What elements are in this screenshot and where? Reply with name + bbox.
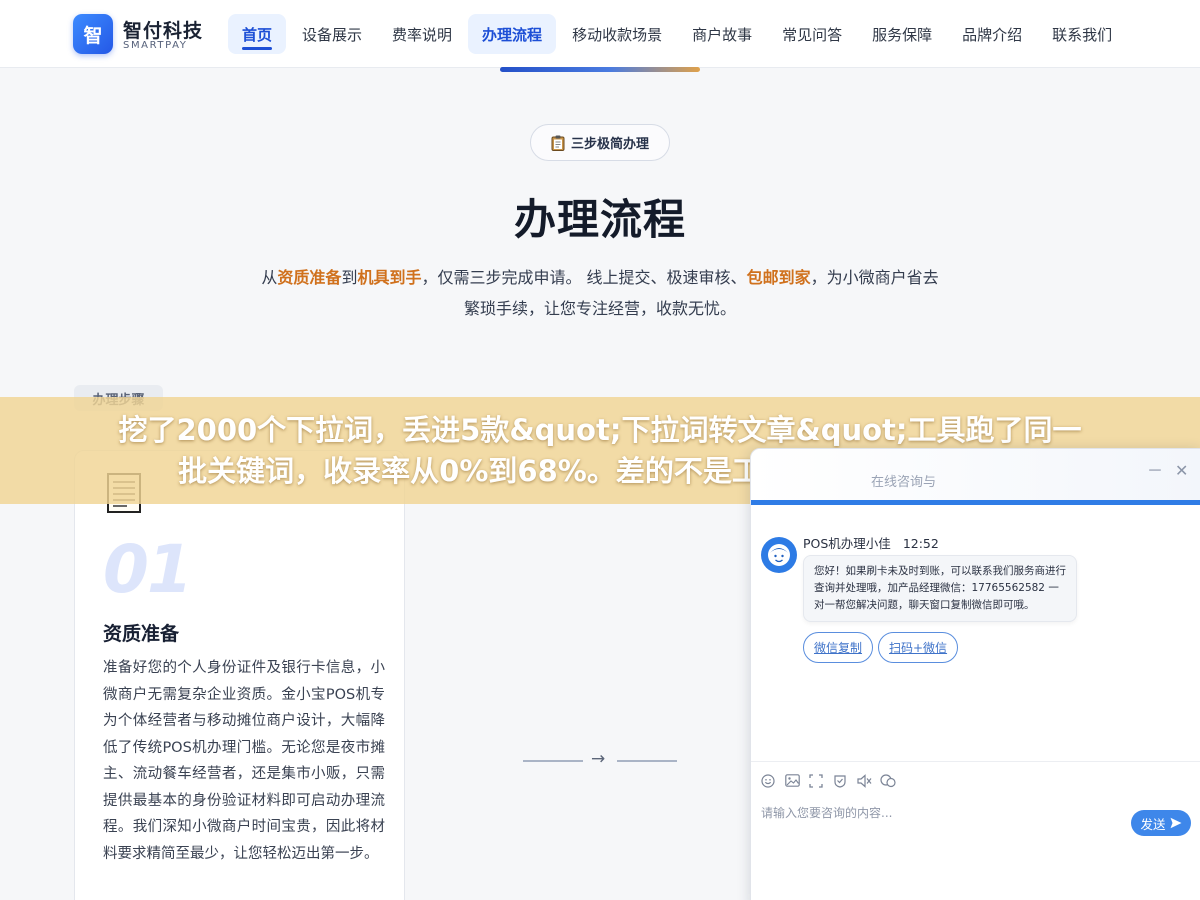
banner-text-line-1: 挖了2000个下拉词，丢进5款&quot;下拉词转文章&quot;工具跑了同一 [118, 412, 1082, 447]
desc-highlight: 机具到手 [357, 268, 422, 287]
nav-item-service[interactable]: 服务保障 [858, 14, 946, 54]
close-icon[interactable]: ✕ [1175, 463, 1188, 479]
hero-badge-label: 三步极简办理 [570, 137, 649, 152]
nav-active-indicator [242, 47, 273, 50]
nav-item-label: 办理流程 [482, 25, 543, 44]
arrow-glyph: → [591, 749, 606, 769]
step-number: 01 [103, 531, 193, 608]
image-icon[interactable] [784, 773, 800, 789]
step-description: 准备好您的个人身份证件及银行卡信息，小微商户无需复杂企业资质。金小宝POS机专为… [103, 660, 385, 862]
chat-header[interactable]: 在线咨询与 － ✕ [751, 449, 1200, 505]
step-connector: → [523, 749, 677, 772]
nav-item-label: 品牌介绍 [962, 25, 1023, 44]
nav-item-home[interactable]: 首页 [228, 14, 287, 54]
nav-item-rates[interactable]: 费率说明 [378, 14, 466, 54]
send-button[interactable]: 发送 [1131, 810, 1191, 836]
message-time: 12:52 [902, 536, 939, 551]
hero-badge: 三步极简办理 [530, 124, 670, 161]
nav-item-label: 首页 [242, 25, 273, 44]
desc-highlight: 包邮到家 [746, 268, 811, 287]
desc-text: ，仅需三步完成申请。 线上提交、极速审核、 [421, 268, 747, 287]
nav-item-contact[interactable]: 联系我们 [1038, 14, 1126, 54]
send-icon [1170, 817, 1181, 829]
logo-icon[interactable]: 智 [73, 14, 113, 54]
copy-wechat-button[interactable]: 微信复制 [803, 632, 874, 663]
agent-name: POS机办理小佳 12:52 [803, 533, 939, 552]
sound-icon[interactable] [856, 773, 872, 789]
clipboard-icon [551, 135, 565, 151]
screenshot-icon[interactable] [808, 773, 824, 789]
agent-face-icon [768, 544, 790, 566]
main-nav: 首页 设备展示 费率说明 办理流程 移动收款场景 商户故事 常见问答 服务保障 … [228, 14, 1128, 54]
nav-item-label: 服务保障 [872, 25, 933, 44]
nav-item-label: 商户故事 [692, 25, 753, 44]
minimize-icon[interactable]: － [1147, 463, 1163, 479]
nav-item-label: 移动收款场景 [572, 25, 663, 44]
nav-item-label: 常见问答 [782, 25, 843, 44]
chat-widget: 在线咨询与 － ✕ POS机办理小佳 12:52 您好！如果刷卡未及时到账，可以联… [750, 448, 1200, 900]
nav-item-scenarios[interactable]: 移动收款场景 [558, 14, 676, 54]
nav-item-stories[interactable]: 商户故事 [678, 14, 766, 54]
nav-item-label: 费率说明 [392, 25, 453, 44]
brand-name[interactable]: 智付科技 [123, 16, 203, 43]
send-button-label: 发送 [1140, 816, 1166, 832]
top-header: 智 智付科技 SMARTPAY 首页 设备展示 费率说明 办理流程 移动收款场景… [0, 0, 1200, 68]
nav-item-brand[interactable]: 品牌介绍 [948, 14, 1036, 54]
chat-toolbar [751, 761, 1200, 799]
step-card-1: 01 资质准备 准备好您的个人身份证件及银行卡信息，小微商户无需复杂企业资质。金… [74, 450, 405, 900]
nav-item-devices[interactable]: 设备展示 [288, 14, 376, 54]
nav-item-faq[interactable]: 常见问答 [768, 14, 856, 54]
chat-header-title: 在线咨询与 [871, 475, 937, 490]
nav-item-process[interactable]: 办理流程 [468, 14, 557, 54]
step-title: 资质准备 [103, 623, 180, 645]
desc-highlight: 资质准备 [277, 268, 342, 287]
chat-message-bubble: 您好！如果刷卡未及时到账，可以联系我们服务商进行查询并处理哦，加产品经理微信：1… [803, 555, 1077, 622]
chat-message-input[interactable] [761, 801, 1121, 825]
nav-item-label: 联系我们 [1052, 25, 1113, 44]
page-title: 办理流程 [513, 195, 686, 244]
scan-wechat-button[interactable]: 扫码+微信 [878, 632, 959, 663]
desc-text: 从 [261, 268, 278, 287]
brand-subtitle: SMARTPAY [123, 40, 188, 51]
hero-description: 从资质准备到机具到手，仅需三步完成申请。 线上提交、极速审核、包邮到家，为小微商… [260, 262, 940, 324]
desc-text: 到 [341, 268, 358, 287]
agent-name-text: POS机办理小佳 [803, 536, 891, 551]
agent-avatar [761, 537, 797, 573]
rating-icon[interactable] [832, 773, 848, 789]
emoji-icon[interactable] [760, 773, 776, 789]
scroll-progress-bar [500, 67, 700, 72]
nav-item-label: 设备展示 [302, 25, 363, 44]
chat-history-icon[interactable] [880, 773, 896, 789]
